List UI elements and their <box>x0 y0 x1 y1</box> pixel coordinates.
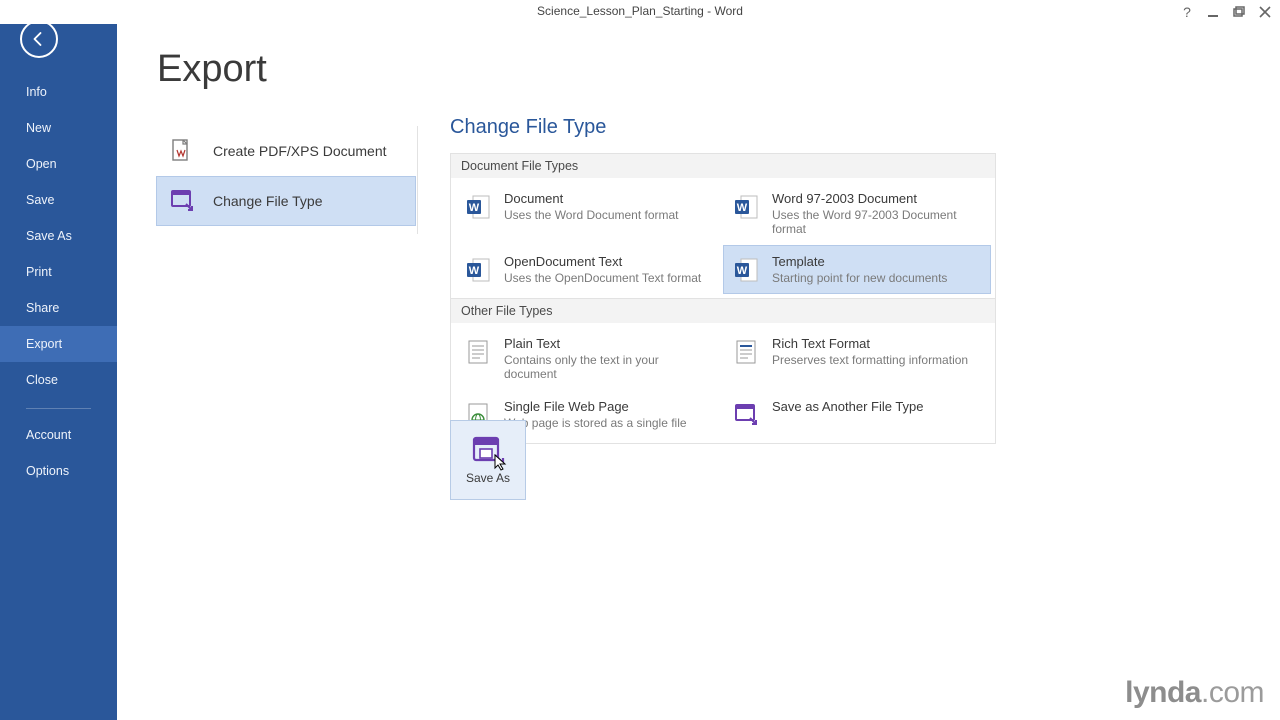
option-label: Create PDF/XPS Document <box>213 143 387 159</box>
divider <box>26 408 91 409</box>
page-title: Export <box>157 48 1280 91</box>
word-icon: W <box>464 193 492 221</box>
sidebar-item-options[interactable]: Options <box>0 453 117 489</box>
watermark-brand: lynda <box>1125 676 1201 709</box>
option-create-pdfxps[interactable]: Create PDF/XPS Document <box>156 126 416 176</box>
export-options: Create PDF/XPS Document Change File Type <box>156 126 416 226</box>
sidebar-item-label: Export <box>26 337 62 351</box>
minimize-icon[interactable] <box>1200 2 1226 22</box>
filetype-title: OpenDocument Text <box>504 254 701 269</box>
sidebar-item-info[interactable]: Info <box>0 74 117 110</box>
filetype-title: Document <box>504 191 679 206</box>
word-icon: W <box>732 256 760 284</box>
close-icon[interactable] <box>1252 2 1278 22</box>
pdfxps-icon <box>169 138 195 164</box>
other-types-grid: Plain Text Contains only the text in your… <box>451 323 995 443</box>
sidebar-item-label: Share <box>26 301 59 315</box>
filetype-desc: Contains only the text in your document <box>504 353 714 381</box>
filetype-desc: Uses the OpenDocument Text format <box>504 271 701 285</box>
backstage-sidebar: Info New Open Save Save As Print Share E… <box>0 0 117 720</box>
sidebar-item-account[interactable]: Account <box>0 417 117 453</box>
option-label: Change File Type <box>213 193 322 209</box>
filetype-title: Plain Text <box>504 336 714 351</box>
doc-types-grid: W DocumentUses the Word Document format … <box>451 178 995 298</box>
sidebar-item-label: Save As <box>26 229 72 243</box>
filetype-title: Rich Text Format <box>772 336 968 351</box>
panel-title: Change File Type <box>450 116 996 139</box>
sidebar-item-print[interactable]: Print <box>0 254 117 290</box>
save-as-label: Save As <box>466 471 510 485</box>
sidebar-item-save[interactable]: Save <box>0 182 117 218</box>
window-title: Science_Lesson_Plan_Starting - Word <box>537 4 743 18</box>
filetype-desc: Uses the Word 97-2003 Document format <box>772 208 982 236</box>
sidebar-item-label: Open <box>26 157 57 171</box>
filetype-word9703[interactable]: W Word 97-2003 Document Uses the Word 97-… <box>723 182 991 245</box>
filetype-desc: Preserves text formatting information <box>772 353 968 367</box>
help-icon[interactable]: ? <box>1174 2 1200 22</box>
group-other-file-types: Other File Types Plain Text Contains only… <box>450 298 996 444</box>
filetype-document[interactable]: W Document Uses the Word Document format <box>455 182 723 245</box>
window-controls: ? <box>1174 2 1278 22</box>
filetype-template[interactable]: W Template Starting point for new documen… <box>723 245 991 294</box>
changetype-icon <box>732 401 760 429</box>
group-header: Other File Types <box>451 299 995 323</box>
watermark: lynda.com <box>1125 676 1264 710</box>
sidebar-item-label: New <box>26 121 51 135</box>
svg-text:W: W <box>469 265 480 277</box>
sidebar-item-label: Print <box>26 265 52 279</box>
restore-icon[interactable] <box>1226 2 1252 22</box>
filetype-desc: Web page is stored as a single file <box>504 416 687 430</box>
sidebar-item-close[interactable]: Close <box>0 362 117 398</box>
text-icon <box>464 338 492 366</box>
back-button[interactable] <box>20 20 58 58</box>
filetype-title: Template <box>772 254 947 269</box>
sidebar-item-export[interactable]: Export <box>0 326 117 362</box>
filetype-title: Word 97-2003 Document <box>772 191 982 206</box>
word-icon: W <box>464 256 492 284</box>
group-document-file-types: Document File Types W Document Uses the W… <box>450 153 996 299</box>
svg-text:W: W <box>737 202 748 214</box>
filetype-rtf[interactable]: Rich Text Format Preserves text formattin… <box>723 327 991 390</box>
filetype-title: Single File Web Page <box>504 399 687 414</box>
save-as-button[interactable]: Save As <box>450 420 526 500</box>
filetype-desc: Starting point for new documents <box>772 271 947 285</box>
sidebar-item-saveas[interactable]: Save As <box>0 218 117 254</box>
sidebar-item-open[interactable]: Open <box>0 146 117 182</box>
sidebar-item-label: Close <box>26 373 58 387</box>
group-header: Document File Types <box>451 154 995 178</box>
sidebar-item-label: Info <box>26 85 47 99</box>
sidebar-item-label: Options <box>26 464 69 478</box>
sidebar-item-new[interactable]: New <box>0 110 117 146</box>
word-icon: W <box>732 193 760 221</box>
sidebar-item-label: Account <box>26 428 71 442</box>
divider <box>417 126 418 234</box>
text-icon <box>732 338 760 366</box>
title-bar: Science_Lesson_Plan_Starting - Word ? <box>0 0 1280 24</box>
svg-text:W: W <box>737 265 748 277</box>
filetype-plaintext[interactable]: Plain Text Contains only the text in your… <box>455 327 723 390</box>
svg-text:W: W <box>469 202 480 214</box>
filetype-title: Save as Another File Type <box>772 399 924 414</box>
sidebar-item-label: Save <box>26 193 55 207</box>
change-file-type-panel: Change File Type Document File Types W D… <box>450 116 996 443</box>
option-change-file-type[interactable]: Change File Type <box>156 176 416 226</box>
filetype-odt[interactable]: W OpenDocument Text Uses the OpenDocument… <box>455 245 723 294</box>
watermark-suffix: .com <box>1201 676 1264 709</box>
changetype-icon <box>169 188 195 214</box>
sidebar-item-share[interactable]: Share <box>0 290 117 326</box>
filetype-another[interactable]: Save as Another File Type <box>723 390 991 439</box>
filetype-desc: Uses the Word Document format <box>504 208 679 222</box>
save-icon <box>471 435 505 465</box>
